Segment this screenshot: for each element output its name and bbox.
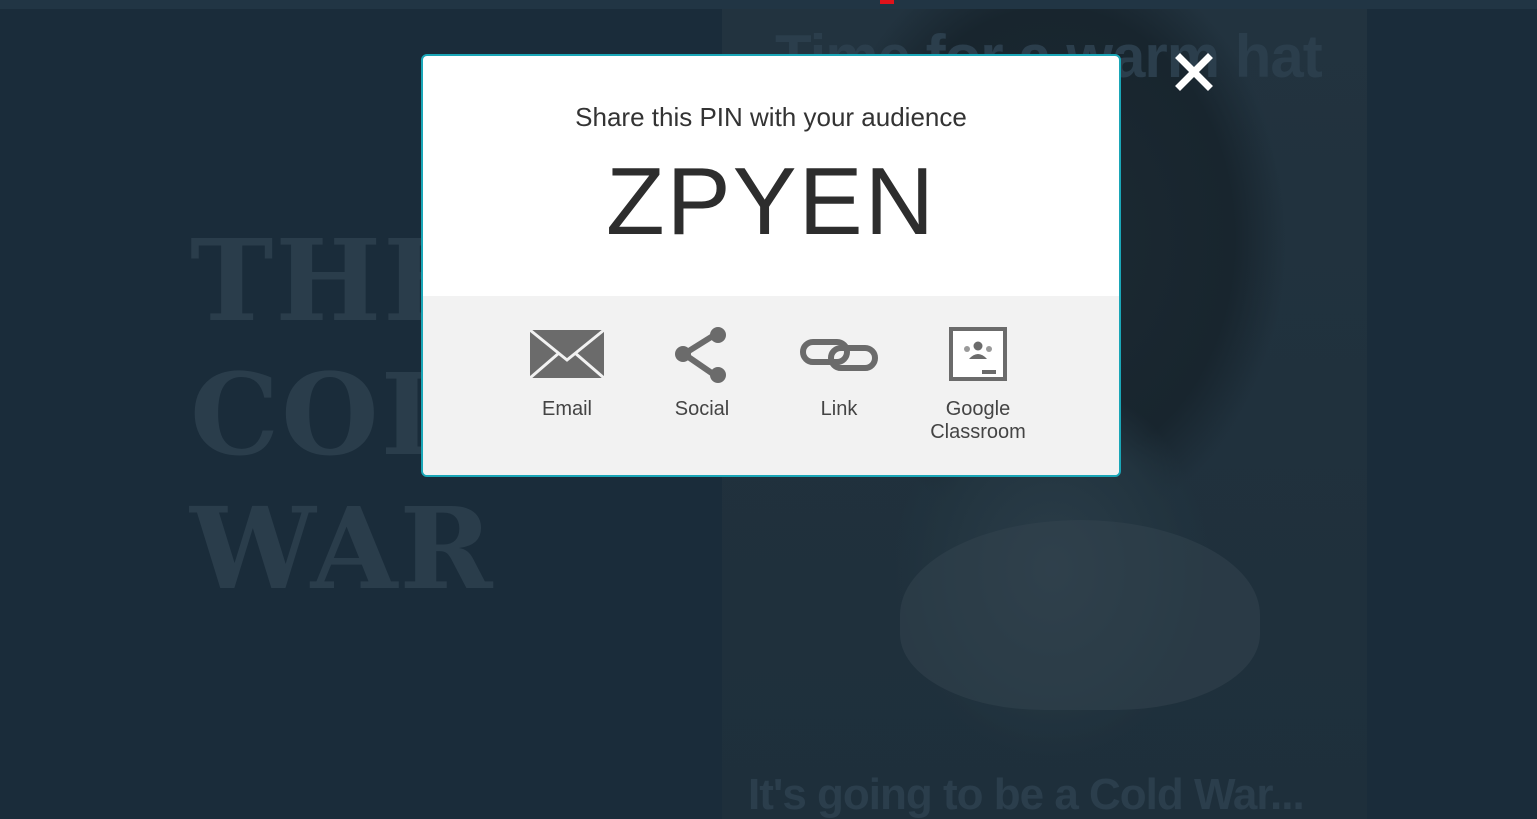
photo-caption-bottom: It's going to be a Cold War... xyxy=(748,770,1305,819)
share-social-button[interactable]: Social xyxy=(642,326,762,421)
app-stage: THE COLD WAR Time for a warm hat It's go… xyxy=(0,0,1537,819)
recording-indicator xyxy=(880,0,894,4)
envelope-icon xyxy=(529,328,605,380)
photo-scarf-shape xyxy=(900,520,1260,710)
share-options-bar: Email Social Link Google Classroom xyxy=(423,296,1119,475)
close-icon[interactable] xyxy=(1172,52,1216,96)
share-icon xyxy=(675,327,726,383)
share-link-label: Link xyxy=(820,398,858,420)
share-social-label: Social xyxy=(674,398,730,420)
modal-header: Share this PIN with your audience ZPYEN xyxy=(423,56,1119,296)
share-link-button[interactable]: Link xyxy=(779,326,899,421)
pin-code: ZPYEN xyxy=(605,148,937,255)
chain-link-icon xyxy=(800,339,878,371)
share-google-classroom-button[interactable]: Google Classroom xyxy=(918,326,1038,444)
share-email-label: Email xyxy=(541,398,592,420)
modal-subtitle: Share this PIN with your audience xyxy=(575,102,967,132)
google-classroom-icon xyxy=(949,327,1007,381)
share-google-classroom-label: Google Classroom xyxy=(930,398,1026,443)
share-pin-modal: Share this PIN with your audience ZPYEN … xyxy=(421,54,1121,477)
top-toolbar-strip xyxy=(0,0,1537,9)
share-email-button[interactable]: Email xyxy=(507,326,627,421)
